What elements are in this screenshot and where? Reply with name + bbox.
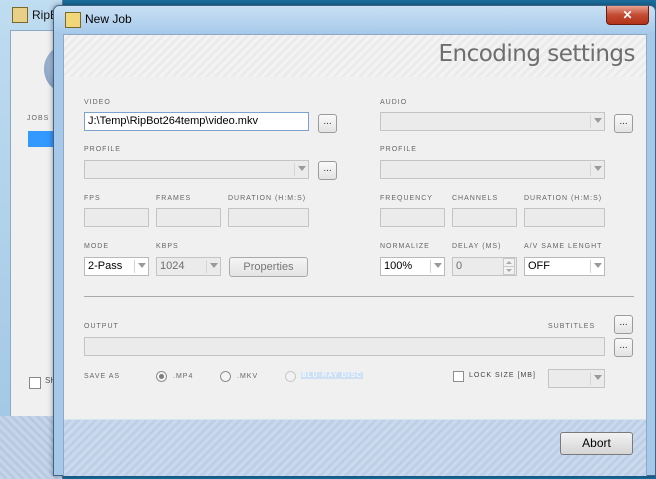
section-divider: [84, 296, 634, 297]
kbps-value: 1024: [160, 260, 185, 272]
new-job-dialog: New Job ✕ Encoding settings VIDEO J:\Tem…: [53, 5, 656, 476]
chevron-down-icon: [210, 263, 218, 268]
audio-dropdown[interactable]: [380, 112, 605, 131]
channels-label: CHANNELS: [452, 195, 499, 202]
subtitles-label: SUBTITLES: [548, 323, 596, 330]
dialog-title: New Job: [85, 12, 132, 26]
normalize-value: 100%: [384, 260, 413, 272]
chevron-down-icon: [506, 269, 512, 272]
fps-label: FPS: [84, 195, 101, 202]
properties-button[interactable]: Properties: [229, 257, 308, 277]
chevron-down-icon: [594, 118, 602, 123]
video-duration-label: DURATION (H:M:S): [228, 195, 307, 202]
fps-field[interactable]: [84, 208, 149, 227]
video-profile-dropdown[interactable]: [84, 160, 309, 179]
kbps-dropdown[interactable]: 1024: [156, 257, 221, 276]
audio-profile-dropdown[interactable]: [380, 160, 605, 179]
av-same-length-label: A/V SAME LENGHT: [524, 243, 603, 250]
new-job-app-icon: [65, 12, 81, 28]
page-title: Encoding settings: [438, 41, 635, 67]
chevron-down-icon: [298, 166, 306, 171]
av-same-length-dropdown[interactable]: OFF: [524, 257, 605, 276]
chevron-up-icon: [506, 261, 512, 264]
header-band: Encoding settings: [64, 35, 646, 77]
format-bluray-label: BLU-RAY DISC: [301, 372, 364, 379]
dialog-client-area: Encoding settings VIDEO J:\Temp\RipBot26…: [63, 34, 647, 476]
video-duration-field[interactable]: [228, 208, 309, 227]
audio-browse-button[interactable]: ...: [614, 114, 633, 133]
audio-label: AUDIO: [380, 99, 408, 106]
chevron-down-icon: [594, 375, 602, 380]
audio-duration-label: DURATION (H:M:S): [524, 195, 603, 202]
av-same-length-value: OFF: [528, 260, 550, 272]
lock-size-checkbox[interactable]: [453, 371, 464, 382]
chevron-down-icon: [434, 263, 442, 268]
save-as-label: SAVE AS: [84, 373, 121, 380]
audio-duration-field[interactable]: [524, 208, 605, 227]
frames-label: FRAMES: [156, 195, 192, 202]
video-profile-label: PROFILE: [84, 146, 121, 153]
mode-label: MODE: [84, 243, 109, 250]
chevron-down-icon: [138, 263, 146, 268]
format-mp4-radio[interactable]: [156, 371, 167, 382]
channels-field[interactable]: [452, 208, 517, 227]
format-mkv-radio[interactable]: [220, 371, 231, 382]
mode-value: 2-Pass: [88, 260, 123, 272]
audio-profile-label: PROFILE: [380, 146, 417, 153]
frequency-label: FREQUENCY: [380, 195, 433, 202]
video-label: VIDEO: [84, 99, 111, 106]
ripbot-app-icon: [12, 7, 28, 23]
close-button[interactable]: ✕: [606, 6, 649, 25]
normalize-dropdown[interactable]: 100%: [380, 257, 445, 276]
video-browse-button[interactable]: ...: [318, 114, 337, 133]
abort-button[interactable]: Abort: [560, 432, 633, 455]
format-mp4-label: .MP4: [173, 373, 194, 380]
background-jobs-label: JOBS: [27, 115, 50, 122]
frames-field[interactable]: [156, 208, 221, 227]
video-path-input[interactable]: J:\Temp\RipBot264temp\video.mkv: [84, 112, 309, 131]
delay-value: 0: [456, 260, 463, 272]
delay-stepper[interactable]: 0: [452, 257, 517, 276]
output-browse-button[interactable]: ...: [614, 338, 633, 357]
delay-label: DELAY (MS): [452, 243, 502, 250]
lock-size-dropdown[interactable]: [548, 369, 605, 388]
format-bluray-radio[interactable]: [285, 371, 296, 382]
chevron-down-icon: [594, 263, 602, 268]
video-profile-button[interactable]: ...: [318, 161, 337, 180]
footer-band: Abort: [64, 419, 646, 476]
output-path-field[interactable]: [84, 337, 605, 356]
delay-down-button[interactable]: [503, 266, 515, 275]
chevron-down-icon: [594, 166, 602, 171]
mode-dropdown[interactable]: 2-Pass: [84, 257, 149, 276]
video-path-value: J:\Temp\RipBot264temp\video.mkv: [88, 115, 258, 127]
background-checkbox[interactable]: [29, 377, 41, 389]
format-mkv-label: .MKV: [237, 373, 259, 380]
lock-size-label: LOCK SIZE [MB]: [469, 372, 536, 379]
subtitles-button[interactable]: ...: [614, 315, 633, 334]
frequency-field[interactable]: [380, 208, 445, 227]
kbps-label: KBPS: [156, 243, 179, 250]
normalize-label: NORMALIZE: [380, 243, 430, 250]
output-label: OUTPUT: [84, 323, 119, 330]
